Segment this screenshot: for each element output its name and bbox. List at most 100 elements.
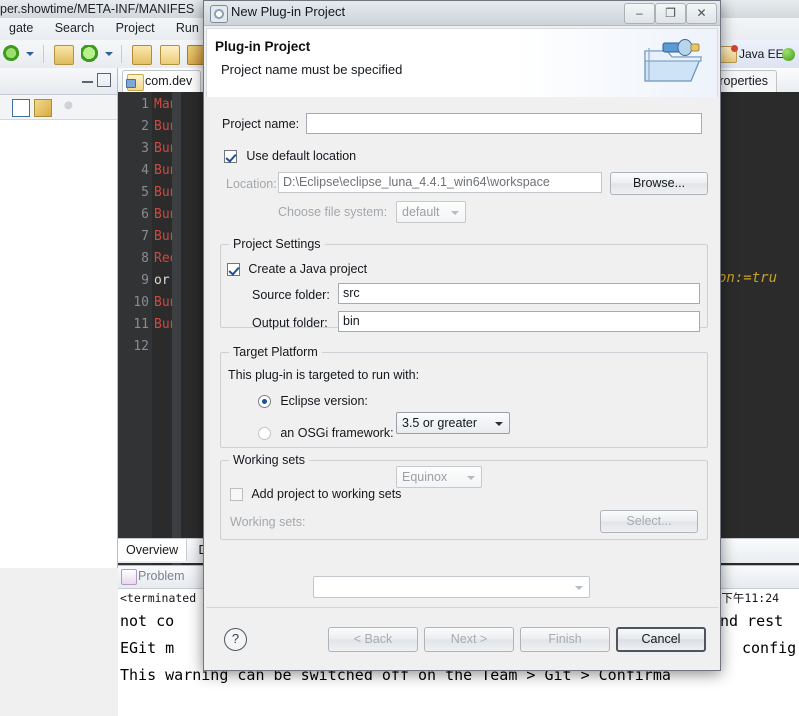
maximize-view-icon[interactable] (97, 73, 111, 87)
create-java-project-checkbox[interactable] (227, 263, 240, 277)
eclipse-version-label: Eclipse version: (280, 394, 368, 408)
package-explorer-tree[interactable] (0, 120, 117, 568)
eclipse-wizard-icon (210, 5, 228, 23)
close-icon: ✕ (696, 6, 707, 20)
open-resource-icon[interactable] (132, 45, 153, 65)
perspective-java-ee-button[interactable]: Java EE (719, 44, 784, 64)
source-folder-input[interactable]: src (338, 283, 700, 304)
osgi-framework-radio[interactable] (258, 427, 271, 441)
eclipse-version-combo[interactable]: 3.5 or greater (396, 412, 510, 434)
project-name-label: Project name: (222, 117, 300, 131)
eclipse-version-radio-row[interactable]: Eclipse version: (258, 394, 368, 409)
create-java-project-label: Create a Java project (248, 262, 368, 276)
line-number: 3 (141, 141, 149, 156)
new-wizard-icon[interactable] (54, 45, 75, 65)
plugin-project-banner-icon (644, 39, 702, 82)
chevron-down-icon (495, 422, 503, 426)
view-menu-chevron-icon[interactable] (90, 99, 106, 115)
location-label: Location: (226, 177, 277, 191)
perspective-bar: Java EE (714, 40, 799, 68)
browse-button[interactable]: Browse... (610, 172, 708, 195)
working-sets-combo[interactable] (313, 576, 590, 598)
line-number: 4 (141, 163, 149, 178)
minimize-button[interactable]: – (624, 3, 655, 24)
minimize-view-icon[interactable] (82, 76, 93, 84)
minimize-icon: – (636, 6, 643, 20)
console-right-fragments: nd rest config (720, 608, 796, 662)
toolbar-separator (42, 45, 44, 63)
code-fragment-right: on:=tru (718, 270, 778, 286)
working-sets-group-title: Working sets (229, 453, 310, 467)
use-default-location-checkbox[interactable] (224, 150, 237, 164)
package-explorer-toolbar (0, 95, 117, 120)
chevron-down-icon (451, 211, 459, 215)
project-settings-group-title: Project Settings (229, 237, 325, 251)
package-explorer-view (0, 68, 118, 568)
line-number: 12 (133, 339, 149, 354)
open-folder-icon[interactable] (159, 45, 180, 65)
dialog-title: New Plug-in Project (231, 4, 346, 19)
add-project-to-working-sets-row[interactable]: Add project to working sets (230, 487, 401, 502)
debug-icon[interactable] (81, 45, 100, 63)
code-vertical-scrollbar[interactable] (172, 92, 181, 568)
toolbar-separator-2 (121, 45, 123, 63)
new-plugin-project-dialog: New Plug-in Project – ❐ ✕ Plug-in Projec… (203, 0, 721, 671)
dialog-footer: ? < Back Next > Finish Cancel (206, 607, 718, 668)
maximize-button[interactable]: ❐ (655, 3, 686, 24)
osgi-framework-radio-row[interactable]: an OSGi framework: (258, 426, 394, 441)
next-button[interactable]: Next > (424, 627, 514, 652)
location-input[interactable]: D:\Eclipse\eclipse_luna_4.4.1_win64\work… (278, 172, 602, 193)
finish-button[interactable]: Finish (520, 627, 610, 652)
output-folder-label: Output folder: (252, 316, 328, 330)
run-dropdown-icon[interactable] (25, 45, 35, 63)
close-button[interactable]: ✕ (686, 3, 717, 24)
perspective-extra-icon[interactable] (782, 48, 795, 61)
link-with-editor-icon[interactable] (34, 99, 52, 117)
line-number: 11 (133, 317, 149, 332)
target-platform-group-title: Target Platform (229, 345, 322, 359)
output-folder-input[interactable]: bin (338, 311, 700, 332)
line-number: 6 (141, 207, 149, 222)
dialog-header: Plug-in Project Project name must be spe… (206, 28, 718, 98)
use-default-location-checkbox-row[interactable]: Use default location (224, 149, 357, 164)
file-system-value: default (402, 205, 440, 219)
debug-dropdown-icon[interactable] (104, 45, 114, 63)
perspective-label: Java EE (739, 47, 784, 61)
run-icon[interactable] (3, 45, 21, 63)
file-system-label: Choose file system: (278, 205, 388, 219)
osgi-framework-label: an OSGi framework: (280, 426, 394, 440)
add-project-to-working-sets-checkbox[interactable] (230, 488, 243, 502)
menu-item-project[interactable]: Project (107, 18, 164, 38)
use-default-location-label: Use default location (246, 149, 357, 163)
view-menu-icon[interactable] (62, 99, 78, 115)
screen: per.showtime/META-INF/MANIFES gate Searc… (0, 0, 799, 716)
line-number: 7 (141, 229, 149, 244)
line-number: 2 (141, 119, 149, 134)
cancel-button[interactable]: Cancel (616, 627, 706, 652)
menu-item-navigate[interactable]: gate (0, 18, 42, 38)
dialog-heading: Plug-in Project (215, 39, 311, 54)
eclipse-version-radio[interactable] (258, 395, 271, 409)
line-number: 1 (141, 97, 149, 112)
chevron-down-icon (575, 586, 583, 590)
file-system-combo[interactable]: default (396, 201, 466, 223)
line-number: 5 (141, 185, 149, 200)
create-java-project-row[interactable]: Create a Java project (227, 262, 368, 277)
editor-line-numbers: 1 2 3 4 5 6 7 8 9 10 11 12 (118, 92, 152, 568)
tab-problems[interactable]: Problem (118, 566, 193, 586)
dialog-titlebar: New Plug-in Project – ❐ ✕ (204, 1, 720, 26)
collapse-all-icon[interactable] (12, 99, 30, 117)
select-working-sets-button[interactable]: Select... (600, 510, 698, 533)
target-platform-intro: This plug-in is targeted to run with: (228, 368, 420, 382)
project-name-input[interactable] (306, 113, 702, 134)
back-button[interactable]: < Back (328, 627, 418, 652)
console-line-right: nd rest (720, 612, 784, 630)
menu-item-run[interactable]: Run (167, 18, 208, 38)
package-explorer-tabbar (0, 68, 117, 95)
dialog-message: Project name must be specified (221, 62, 403, 77)
menu-item-search[interactable]: Search (46, 18, 104, 38)
manifest-file-icon (126, 74, 144, 91)
form-tab-overview[interactable]: Overview (118, 539, 188, 561)
help-icon[interactable]: ? (224, 628, 247, 651)
editor-tab-manifest[interactable]: com.dev (122, 70, 202, 92)
